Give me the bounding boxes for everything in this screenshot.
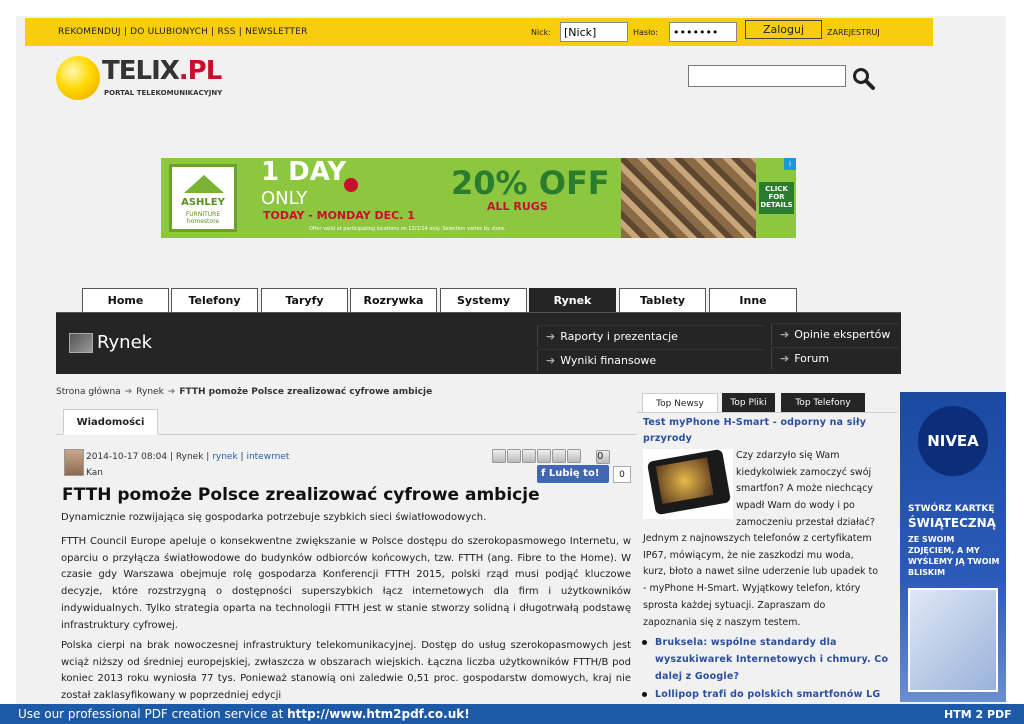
tab-taryfy[interactable]: Taryfy xyxy=(261,288,348,313)
nivea-logo: NIVEA xyxy=(918,406,988,476)
house-icon xyxy=(184,175,224,193)
logo-ball-icon xyxy=(56,56,100,100)
facebook-icon: f xyxy=(541,468,549,479)
password-input[interactable] xyxy=(669,22,737,42)
breadcrumb-section[interactable]: Rynek xyxy=(136,387,164,397)
sidebar-text: Jednym z najnowszych telefonów z certyfi… xyxy=(643,533,879,628)
ashley-logo: ASHLEY FURNITURE homestore xyxy=(169,164,237,232)
rugs-image xyxy=(621,158,756,238)
tab-rynek[interactable]: Rynek xyxy=(529,288,616,313)
section-title: Rynek xyxy=(97,332,153,353)
tab-tablety[interactable]: Tablety xyxy=(619,288,706,313)
page: REKOMENDUJ | DO ULUBIONYCH | RSS | NEWSL… xyxy=(0,0,1024,724)
ornament-icon xyxy=(344,178,358,192)
print-icon[interactable] xyxy=(537,449,551,463)
comment-icon[interactable] xyxy=(567,449,581,463)
search-icon[interactable] xyxy=(851,66,875,90)
tag-link-internet[interactable]: intewrnet xyxy=(246,452,289,462)
article-title: FTTH pomoże Polsce zrealizować cyfrowe a… xyxy=(62,485,540,505)
sidebar-news-list: Bruksela: wspólne standardy dla wyszukiw… xyxy=(642,634,897,703)
banner-fine-print: Offer valid at participating locations o… xyxy=(309,226,506,232)
arrow-right-icon: ➔ xyxy=(546,354,556,367)
article-meta: 2014-10-17 08:04 | Rynek | rynek | intew… xyxy=(86,452,290,462)
sublink-forum[interactable]: ➔ Forum xyxy=(771,347,899,369)
comment-count: 0 xyxy=(596,450,610,464)
sublink-wyniki[interactable]: ➔ Wyniki finansowe xyxy=(537,349,765,371)
breadcrumb: Strona główna ➔ Rynek ➔ FTTH pomoże Polsce z… xyxy=(56,387,432,397)
tab-systemy[interactable]: Systemy xyxy=(440,288,527,313)
banner-discount: 20% OFF xyxy=(451,164,610,202)
tab-top-telefony[interactable]: Top Telefony xyxy=(781,393,865,413)
list-item[interactable]: Lollipop trafi do polskich smartfonów LG xyxy=(642,686,897,703)
breadcrumb-current: FTTH pomoże Polsce zrealizować cyfrowe a… xyxy=(179,387,433,397)
nick-input[interactable] xyxy=(560,22,628,42)
category-link[interactable]: Rynek xyxy=(176,452,204,462)
rss-link[interactable]: RSS xyxy=(217,27,235,37)
top-bar: REKOMENDUJ | DO ULUBIONYCH | RSS | NEWSL… xyxy=(25,18,933,46)
facebook-like-button[interactable]: f Lubię to! xyxy=(537,465,609,483)
logo-tagline: PORTAL TELEKOMUNIKACYJNY xyxy=(104,89,223,97)
arrow-right-icon: ➔ xyxy=(167,387,176,397)
recommend-link[interactable]: REKOMENDUJ xyxy=(58,27,121,37)
arrow-right-icon: ➔ xyxy=(546,330,556,343)
footer-logo: HTM 2 PDF xyxy=(944,708,1012,721)
register-link[interactable]: ZAREJESTRUJ xyxy=(827,28,880,37)
arrow-right-icon: ➔ xyxy=(124,387,133,397)
banner-ad[interactable]: ASHLEY FURNITURE homestore 1 DAY ONLY TOD… xyxy=(161,158,796,238)
like-count: 0 xyxy=(613,466,631,483)
tab-rozrywka[interactable]: Rozrywka xyxy=(350,288,437,313)
nick-label: Nick: xyxy=(531,28,551,37)
arrow-right-icon: ➔ xyxy=(780,352,790,365)
chart-icon xyxy=(69,333,93,353)
sidebar-text: Czy zdarzyło się Wam kiedykolwiek zamocz… xyxy=(736,450,875,528)
phone-image[interactable] xyxy=(643,448,733,519)
tab-telefony[interactable]: Telefony xyxy=(171,288,258,313)
footer-link[interactable]: http://www.htm2pdf.co.uk! xyxy=(287,707,470,721)
section-bar: Rynek ➔ Raporty i prezentacje ➔ Wyniki fin… xyxy=(56,312,901,374)
bookmark-icon[interactable] xyxy=(552,449,566,463)
login-button[interactable]: Zaloguj xyxy=(745,20,822,39)
newsletter-link[interactable]: NEWSLETTER xyxy=(245,27,308,37)
share-icon[interactable] xyxy=(507,449,521,463)
avatar xyxy=(64,449,84,476)
tab-top-newsy[interactable]: Top Newsy xyxy=(642,393,718,413)
article-paragraph: Polska cierpi na brak nowoczesnej infras… xyxy=(61,640,631,702)
article-lead: Dynamicznie rozwijająca się gospodarka p… xyxy=(61,512,487,523)
logo-name: TELIX.PL xyxy=(102,56,222,86)
footer-bar: Use our professional PDF creation servic… xyxy=(0,704,1024,724)
rss-icon[interactable] xyxy=(492,449,506,463)
article-paragraph: FTTH Council Europe apeluje o konsekwent… xyxy=(61,536,631,631)
search-input[interactable] xyxy=(688,65,846,87)
banner-rugs: ALL RUGS xyxy=(487,200,548,213)
sublink-raporty[interactable]: ➔ Raporty i prezentacje xyxy=(537,325,765,347)
ad-photo xyxy=(908,588,998,692)
breadcrumb-home[interactable]: Strona główna xyxy=(56,387,121,397)
adchoices-icon[interactable]: i xyxy=(784,158,796,170)
email-icon[interactable] xyxy=(522,449,536,463)
article-author: Kan xyxy=(86,468,103,478)
password-label: Hasło: xyxy=(633,28,658,37)
arrow-right-icon: ➔ xyxy=(780,328,790,341)
sidebar-article-title[interactable]: Test myPhone H-Smart - odporny na siły p… xyxy=(643,415,891,447)
tab-inne[interactable]: Inne xyxy=(709,288,797,313)
banner-cta-button[interactable]: CLICK FOR DETAILS xyxy=(759,182,794,214)
list-item[interactable]: Bruksela: wspólne standardy dla wyszukiw… xyxy=(642,634,897,686)
tab-wiadomosci[interactable]: Wiadomości xyxy=(63,409,158,435)
side-ad[interactable]: NIVEA STWÓRZ KARTKĘ ŚWIĄTECZNĄ ZE SWOIM … xyxy=(900,392,1006,702)
favorites-link[interactable]: DO ULUBIONYCH xyxy=(130,27,208,37)
sublink-opinie[interactable]: ➔ Opinie ekspertów xyxy=(771,323,899,345)
site-logo[interactable]: TELIX.PL PORTAL TELEKOMUNIKACYJNY xyxy=(56,54,256,104)
top-links: REKOMENDUJ | DO ULUBIONYCH | RSS | NEWSL… xyxy=(58,27,308,37)
banner-day: 1 DAY ONLY xyxy=(261,158,347,209)
banner-today: TODAY - MONDAY DEC. 1 xyxy=(263,209,415,222)
tab-home[interactable]: Home xyxy=(82,288,169,313)
tab-top-pliki[interactable]: Top Pliki xyxy=(722,393,775,413)
tag-link-rynek[interactable]: rynek xyxy=(212,452,237,462)
